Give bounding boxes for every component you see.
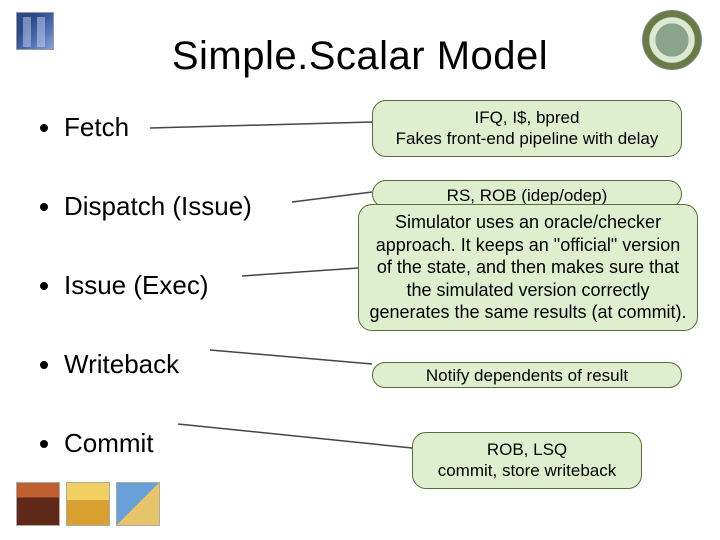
box-ifq: IFQ, I$, bpredFakes front-end pipeline w… (372, 100, 682, 157)
slide: Simple.Scalar Model Fetch Dispatch (Issu… (0, 0, 720, 540)
stage-label: Issue (Exec) (64, 270, 209, 301)
pipeline-stage-list: Fetch Dispatch (Issue) Issue (Exec) Writ… (40, 112, 340, 507)
bullet-icon (40, 361, 48, 369)
box-notify: Notify dependents of result (372, 362, 682, 388)
box-oracle-info: Simulator uses an oracle/checker approac… (358, 204, 698, 331)
stage-writeback: Writeback (40, 349, 340, 380)
slide-title: Simple.Scalar Model (0, 34, 720, 79)
box-commit: ROB, LSQcommit, store writeback (412, 432, 642, 489)
thumb-icon (16, 482, 60, 526)
thumb-icon (66, 482, 110, 526)
stage-label: Writeback (64, 349, 179, 380)
bullet-icon (40, 124, 48, 132)
stage-commit: Commit (40, 428, 340, 459)
bullet-icon (40, 440, 48, 448)
stage-fetch: Fetch (40, 112, 340, 143)
thumb-icon (116, 482, 160, 526)
bullet-icon (40, 203, 48, 211)
bullet-icon (40, 282, 48, 290)
stage-label: Fetch (64, 112, 129, 143)
stage-dispatch: Dispatch (Issue) (40, 191, 340, 222)
stage-label: Dispatch (Issue) (64, 191, 252, 222)
decorative-thumbs-bottom (16, 482, 160, 526)
stage-issue: Issue (Exec) (40, 270, 340, 301)
stage-label: Commit (64, 428, 154, 459)
